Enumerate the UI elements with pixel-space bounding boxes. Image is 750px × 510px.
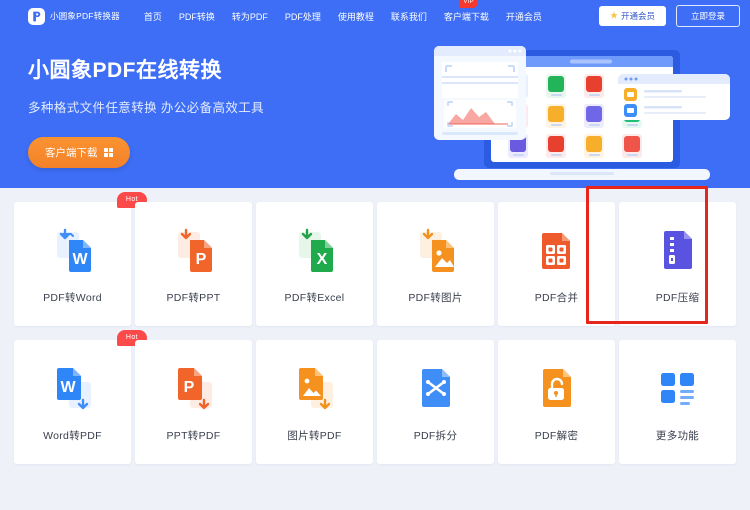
tool-card-more-features[interactable]: 更多功能 bbox=[619, 340, 736, 464]
open-membership-label: 开通会员 bbox=[620, 11, 655, 21]
merge-doc-icon bbox=[541, 232, 570, 269]
tool-label: PDF解密 bbox=[534, 429, 579, 442]
login-label: 立即登录 bbox=[690, 11, 725, 21]
tool-label: Word转PDF bbox=[43, 429, 102, 442]
star-icon: ★ bbox=[609, 11, 618, 20]
tool-label: PDF拆分 bbox=[413, 429, 458, 442]
hero-banner: 小圆象PDF在线转换 多种格式文件任意转换 办公必备高效工具 客户端下载 bbox=[0, 32, 750, 188]
tool-card-pdf-split[interactable]: PDF拆分 bbox=[377, 340, 494, 464]
svg-text:P: P bbox=[183, 379, 194, 396]
ppt-doc-icon: P bbox=[177, 228, 212, 272]
tool-card-pdf-unlock[interactable]: PDF解密 bbox=[498, 340, 615, 464]
svg-text:W: W bbox=[60, 379, 76, 396]
nav-item-label: 开通会员 bbox=[505, 11, 542, 22]
nav-item-label: 转为PDF bbox=[231, 11, 268, 22]
windows-icon bbox=[103, 148, 113, 157]
hero-copy: 小圆象PDF在线转换 多种格式文件任意转换 办公必备高效工具 客户端下载 bbox=[0, 32, 750, 168]
more-grid-icon bbox=[660, 372, 694, 405]
tool-label: PDF转图片 bbox=[408, 291, 463, 304]
tool-label: PDF转PPT bbox=[166, 291, 221, 304]
tool-card-pdf-to-word[interactable]: Hot W PDF转Word bbox=[14, 192, 147, 326]
nav-item-label: PDF处理 bbox=[284, 11, 321, 22]
page-title: 小圆象PDF在线转换 bbox=[28, 59, 222, 82]
nav-item-client-download[interactable]: VIP 客户端下载 bbox=[443, 0, 489, 25]
ppt-to-pdf-icon: P bbox=[177, 367, 212, 409]
compress-doc-icon bbox=[663, 230, 692, 269]
open-membership-button[interactable]: ★ 开通会员 bbox=[598, 6, 666, 26]
top-navbar: 小圆象PDF转换器 首页 PDF转换 转为PDF PDF处理 使用教程 联系我们… bbox=[0, 0, 750, 32]
hero-subtitle: 多种格式文件任意转换 办公必备高效工具 bbox=[28, 101, 265, 115]
tools-row: Hot W PDF转Word P PDF转PPT X PDF转Excel PDF… bbox=[14, 192, 736, 326]
tool-label: PDF压缩 bbox=[655, 291, 700, 304]
tool-card-image-to-pdf[interactable]: 图片转PDF bbox=[256, 340, 373, 464]
nav-item-label: 联系我们 bbox=[390, 11, 427, 22]
nav-item-pdf-convert[interactable]: PDF转换 bbox=[179, 8, 215, 25]
nav-menu: 首页 PDF转换 转为PDF PDF处理 使用教程 联系我们 VIP 客户端下载… bbox=[144, 0, 542, 25]
brand[interactable]: 小圆象PDF转换器 bbox=[28, 7, 120, 25]
excel-doc-icon: X bbox=[298, 228, 333, 272]
tool-label: PPT转PDF bbox=[166, 429, 221, 442]
unlock-doc-icon bbox=[542, 368, 571, 407]
tool-label: 图片转PDF bbox=[287, 429, 342, 442]
client-download-label: 客户端下载 bbox=[45, 147, 98, 159]
login-button[interactable]: 立即登录 bbox=[675, 5, 740, 27]
nav-item-label: 首页 bbox=[143, 11, 162, 22]
nav-item-label: 客户端下载 bbox=[443, 11, 489, 22]
brand-name: 小圆象PDF转换器 bbox=[50, 11, 120, 21]
tool-label: PDF转Word bbox=[43, 291, 102, 304]
svg-text:X: X bbox=[316, 251, 327, 268]
svg-text:P: P bbox=[195, 251, 206, 268]
tool-label: PDF转Excel bbox=[284, 291, 345, 304]
image-to-pdf-icon bbox=[298, 367, 333, 409]
tool-card-pdf-to-image[interactable]: PDF转图片 bbox=[377, 202, 494, 326]
tool-card-ppt-to-pdf[interactable]: P PPT转PDF bbox=[135, 340, 252, 464]
nav-actions: ★ 开通会员 立即登录 bbox=[598, 5, 740, 27]
nav-item-tutorial[interactable]: 使用教程 bbox=[338, 8, 374, 25]
tool-card-pdf-merge[interactable]: PDF合并 bbox=[498, 202, 615, 326]
tools-grid: Hot W PDF转Word P PDF转PPT X PDF转Excel PDF… bbox=[0, 186, 750, 510]
word-doc-icon: W bbox=[56, 228, 91, 272]
nav-item-membership[interactable]: 开通会员 bbox=[506, 8, 542, 25]
tool-card-word-to-pdf[interactable]: Hot W Word转PDF bbox=[14, 330, 147, 464]
image-doc-icon bbox=[419, 228, 454, 272]
tool-label: 更多功能 bbox=[655, 429, 700, 442]
nav-item-home[interactable]: 首页 bbox=[144, 8, 162, 25]
tool-card-pdf-to-ppt[interactable]: P PDF转PPT bbox=[135, 202, 252, 326]
tool-label: PDF合并 bbox=[534, 291, 579, 304]
tool-card-pdf-to-excel[interactable]: X PDF转Excel bbox=[256, 202, 373, 326]
pdf-logo-icon bbox=[28, 7, 45, 25]
vip-badge: VIP bbox=[459, 0, 478, 8]
nav-item-pdf-process[interactable]: PDF处理 bbox=[285, 8, 321, 25]
nav-item-label: 使用教程 bbox=[337, 11, 374, 22]
nav-item-to-pdf[interactable]: 转为PDF bbox=[232, 8, 268, 25]
svg-text:W: W bbox=[72, 251, 88, 268]
nav-item-label: PDF转换 bbox=[178, 11, 215, 22]
tool-card-pdf-compress[interactable]: PDF压缩 bbox=[619, 202, 736, 326]
split-doc-icon bbox=[421, 368, 450, 407]
tools-row: Hot W Word转PDF P PPT转PDF 图片转PDF PDF拆分 PD… bbox=[14, 330, 736, 464]
client-download-button[interactable]: 客户端下载 bbox=[28, 137, 130, 168]
nav-item-contact[interactable]: 联系我们 bbox=[391, 8, 427, 25]
word-to-pdf-icon: W bbox=[56, 367, 91, 409]
